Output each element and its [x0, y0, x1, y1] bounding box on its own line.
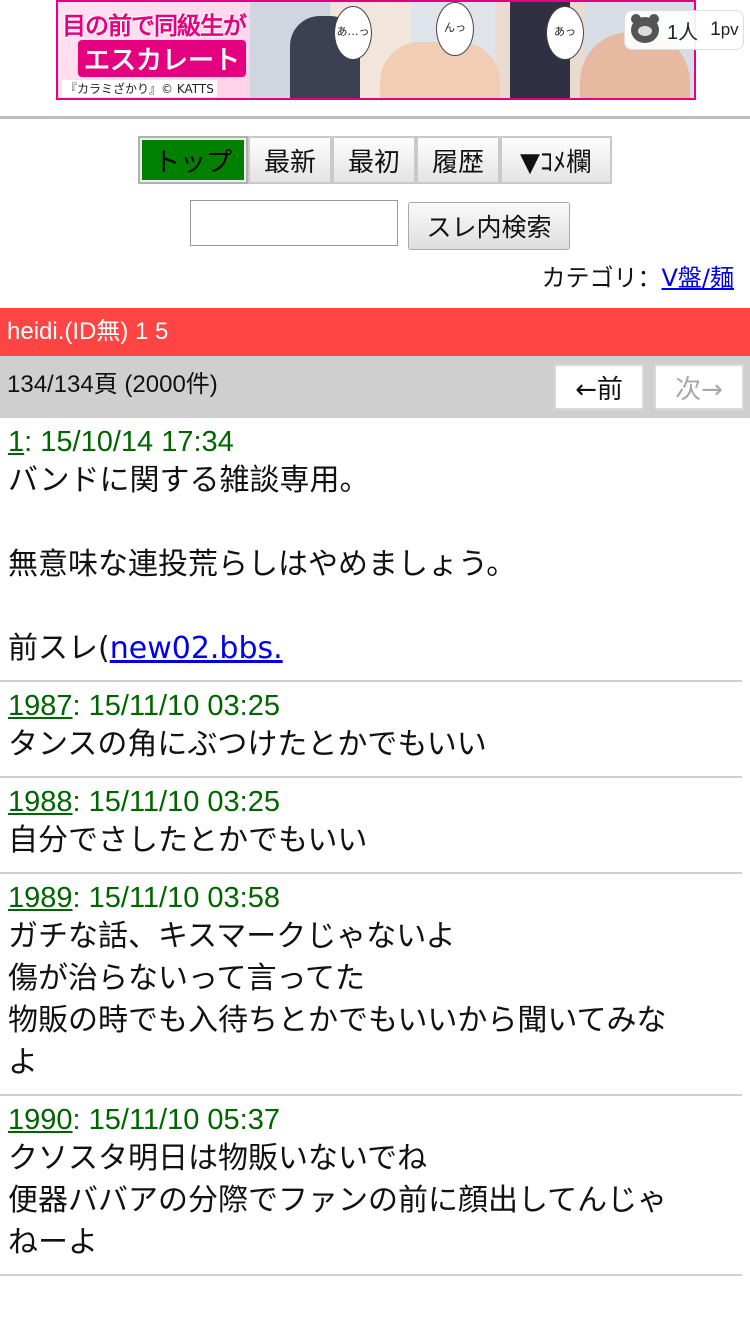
post-list: 1: 15/10/14 17:34 バンドに関する雑談専用。 無意味な連投荒らし… — [0, 418, 750, 1276]
ad-headline: 目の前で同級生が — [62, 12, 247, 40]
thread-title: heidi.(ID無) 1 5 — [0, 308, 750, 356]
category-link[interactable]: V盤/麺 — [661, 264, 734, 292]
post-header: 1987: 15/11/10 03:25 — [8, 688, 734, 724]
divider — [0, 116, 750, 119]
post-body: クソスタ明日は物販いないでね 便器ババアの分際でファンの前に顔出してんじゃ ねー… — [8, 1141, 668, 1260]
post-item: 1989: 15/11/10 03:58 ガチな話、キスマークじゃないよ 傷が治… — [0, 874, 742, 1096]
next-page-button: 次→ — [654, 364, 744, 410]
bear-icon — [631, 14, 659, 43]
post-number-link[interactable]: 1989 — [8, 882, 73, 914]
page-bar: 134/134頁 (2000件) ←前 次→ — [0, 356, 750, 418]
speech-bubble: んっ — [436, 2, 474, 56]
nav-comment-button[interactable]: ▼ｺﾒ欄 — [500, 136, 612, 184]
ad-text-panel: 目の前で同級生が エスカレート 『カラミざかり』© KATTS — [58, 2, 250, 98]
post-item: 1990: 15/11/10 05:37 クソスタ明日は物販いないでね 便器ババ… — [0, 1096, 742, 1276]
post-header: 1: 15/10/14 17:34 — [8, 424, 734, 460]
post-date: : 15/11/10 03:58 — [72, 882, 280, 914]
post-body: タンスの角にぶつけたとかでもいい — [8, 727, 487, 762]
ad-banner[interactable]: 目の前で同級生が エスカレート 『カラミざかり』© KATTS あ…っ んっ あ… — [56, 0, 696, 100]
banner: 目の前で同級生が エスカレート 『カラミざかり』© KATTS あ…っ んっ あ… — [0, 0, 750, 104]
nav-latest-button[interactable]: 最新 — [248, 136, 332, 184]
post-number-link[interactable]: 1990 — [8, 1104, 73, 1136]
post-date: : 15/11/10 05:37 — [72, 1104, 280, 1136]
post-date: : 15/11/10 03:25 — [72, 690, 280, 722]
post-number-link[interactable]: 1 — [8, 426, 24, 458]
page-info: 134/134頁 (2000件) — [7, 371, 218, 398]
post-number-link[interactable]: 1987 — [8, 690, 73, 722]
nav-history-button[interactable]: 履歴 — [416, 136, 500, 184]
nav-bar: トップ 最新 最初 履歴 ▼ｺﾒ欄 — [138, 136, 612, 184]
post-link[interactable]: new02.bbs. — [110, 631, 283, 666]
post-item: 1988: 15/11/10 03:25 自分でさしたとかでもいい — [0, 778, 742, 874]
post-body: バンドに関する雑談専用。 無意味な連投荒らしはやめましょう。 前スレ(new02… — [8, 460, 734, 670]
search-input[interactable] — [190, 200, 398, 246]
ad-subheadline: エスカレート — [78, 40, 247, 77]
speech-bubble: あ…っ — [334, 6, 372, 60]
post-header: 1990: 15/11/10 05:37 — [8, 1102, 734, 1138]
category: カテゴリ：V盤/麺 — [541, 258, 734, 293]
counter-pv-unit: pv — [720, 20, 739, 39]
speech-bubble: あっ — [546, 6, 584, 60]
post-date: : 15/10/14 17:34 — [24, 426, 234, 458]
search-button[interactable]: スレ内検索 — [408, 202, 570, 250]
nav-first-button[interactable]: 最初 — [332, 136, 416, 184]
post-item: 1: 15/10/14 17:34 バンドに関する雑談専用。 無意味な連投荒らし… — [0, 418, 742, 682]
post-date: : 15/11/10 03:25 — [72, 786, 280, 818]
post-header: 1988: 15/11/10 03:25 — [8, 784, 734, 820]
category-label: カテゴリ： — [541, 264, 662, 292]
nav-top-button[interactable]: トップ — [138, 136, 248, 184]
visitor-counter: 1人 1 pv — [624, 10, 744, 50]
post-number-link[interactable]: 1988 — [8, 786, 73, 818]
post-item: 1987: 15/11/10 03:25 タンスの角にぶつけたとかでもいい — [0, 682, 742, 778]
ad-credit: 『カラミざかり』© KATTS — [62, 80, 217, 97]
counter-pv-number: 1 — [710, 19, 721, 40]
counter-people: 1人 — [667, 21, 699, 44]
post-body: 自分でさしたとかでもいい — [8, 823, 368, 858]
post-body: ガチな話、キスマークじゃないよ 傷が治らないって言ってた 物販の時でも入待ちとか… — [8, 919, 667, 1080]
prev-page-button[interactable]: ←前 — [554, 364, 644, 410]
post-header: 1989: 15/11/10 03:58 — [8, 880, 734, 916]
